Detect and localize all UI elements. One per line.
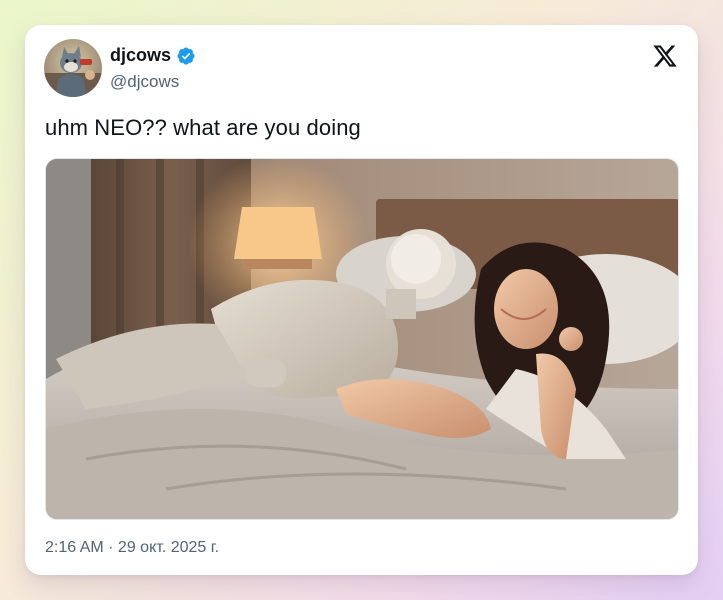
user-handle[interactable]: @djcows: [110, 72, 179, 92]
avatar[interactable]: [44, 39, 102, 97]
tweet-card: djcows @djcows uhm NEO?? what are you do…: [25, 25, 698, 575]
tweet-media-image[interactable]: [45, 158, 679, 520]
display-name[interactable]: djcows: [110, 45, 171, 66]
tweet-timestamp[interactable]: 2:16 AM · 29 окт. 2025 г.: [45, 539, 219, 557]
x-logo-icon[interactable]: [652, 43, 678, 69]
bedroom-photo: [46, 159, 678, 519]
display-name-row[interactable]: djcows: [110, 45, 196, 66]
avatar-image: [44, 39, 102, 97]
tweet-text: uhm NEO?? what are you doing: [45, 115, 361, 140]
verified-badge-icon: [176, 46, 196, 66]
